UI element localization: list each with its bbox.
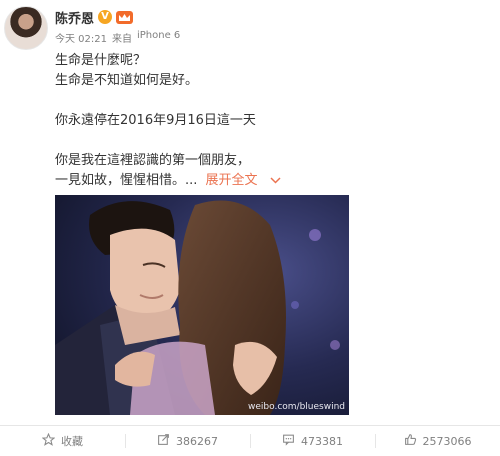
like-count: 2573066 [422,434,472,448]
username-link[interactable]: 陈乔恩 [55,8,94,27]
crown-icon[interactable] [116,10,134,24]
comment-icon [282,433,295,449]
share-icon [157,433,170,449]
verified-icon: V [98,10,113,24]
like-icon [404,433,417,449]
avatar[interactable] [4,6,48,50]
post-line: 你永遠停在2016年9月16日這一天 [55,113,256,128]
post-header: 陈乔恩 V 今天 02:21 来自 iPhone 6 [55,8,180,45]
share-count: 386267 [176,434,218,448]
star-icon [41,432,56,449]
post-timestamp[interactable]: 今天 02:21 [55,30,107,45]
favorite-label: 收藏 [61,435,83,448]
post-body: 生命是什麼呢？ 生命是不知道如何是好。 你永遠停在2016年9月16日這一天 你… [55,51,485,191]
post-line: 生命是不知道如何是好。 [55,73,199,88]
favorite-button[interactable]: 收藏 [0,426,125,456]
chevron-down-icon[interactable] [270,174,281,187]
source-prefix: 来自 [112,34,132,45]
comment-button[interactable]: 473381 [250,426,375,456]
comment-count: 473381 [301,434,343,448]
post-line: 你是我在這裡認識的第一個朋友， [55,153,251,168]
post-line: 生命是什麼呢？ [55,53,147,68]
share-button[interactable]: 386267 [125,426,250,456]
expand-full-text-link[interactable]: 展开全文 [206,173,258,188]
post-line-last: 一見如故，惺惺相惜。... 展开全文 [55,171,485,191]
source-device: iPhone 6 [137,30,181,41]
like-button[interactable]: 2573066 [375,426,500,456]
post-last-line-text: 一見如故，惺惺相惜。... [55,173,198,188]
image-watermark: weibo.com/blueswind [248,402,345,412]
post-photo[interactable]: weibo.com/blueswind [55,195,349,415]
action-bar: 收藏 386267 473381 2573066 [0,425,500,456]
